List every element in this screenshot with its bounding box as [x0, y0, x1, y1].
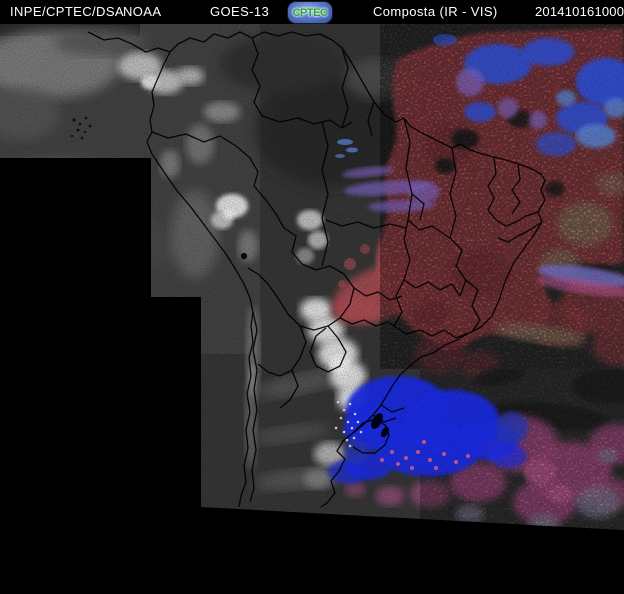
cptec-logo-text: CPTEC — [292, 6, 328, 19]
product-label: Composta (IR - VIS) — [373, 4, 498, 19]
satellite-composite-image — [0, 24, 624, 530]
satellite-product-page: INPE/CPTEC/DSA NOAA GOES-13 CPTEC Compos… — [0, 0, 624, 594]
noaa-label: NOAA — [123, 4, 162, 19]
satellite-name-label: GOES-13 — [210, 4, 270, 19]
noise-overlay — [0, 24, 624, 530]
timestamp-label: 201410161000 — [535, 4, 624, 19]
cptec-logo: CPTEC — [287, 1, 333, 24]
agency-label: INPE/CPTEC/DSA — [10, 4, 124, 19]
header-bar: INPE/CPTEC/DSA NOAA GOES-13 CPTEC Compos… — [0, 0, 624, 24]
